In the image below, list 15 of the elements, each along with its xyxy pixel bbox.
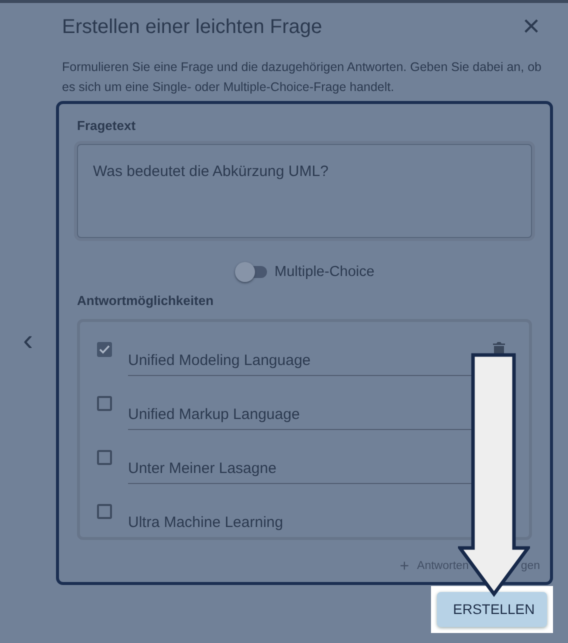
answer-checkbox[interactable] [97, 504, 112, 519]
previous-button[interactable]: ‹ [0, 331, 56, 351]
plus-icon: + [400, 554, 410, 579]
multiple-choice-switch[interactable] [234, 262, 267, 282]
dialog-description: Formulieren Sie eine Frage und die dazugehörigen Antworten. Geben Sie dabei an, ob es sich um eine Single- oder Multiple-Choice-Frage handelt. [62, 59, 542, 96]
question-field[interactable]: Was bedeutet die Abkürzung UML? [77, 144, 532, 238]
answer-checkbox[interactable] [97, 450, 112, 465]
field-label: Fragetext [77, 117, 137, 135]
answer-checkbox[interactable] [97, 342, 112, 357]
dialog-title: Erstellen einer leichten Frage [62, 15, 322, 39]
close-button[interactable]: × [518, 16, 544, 38]
switch-label: Multiple-Choice [274, 262, 374, 282]
create-button[interactable]: ERSTELLEN [437, 592, 547, 627]
answer-checkbox[interactable] [97, 396, 112, 411]
section-label: Antwortmöglichkeiten [77, 292, 215, 310]
